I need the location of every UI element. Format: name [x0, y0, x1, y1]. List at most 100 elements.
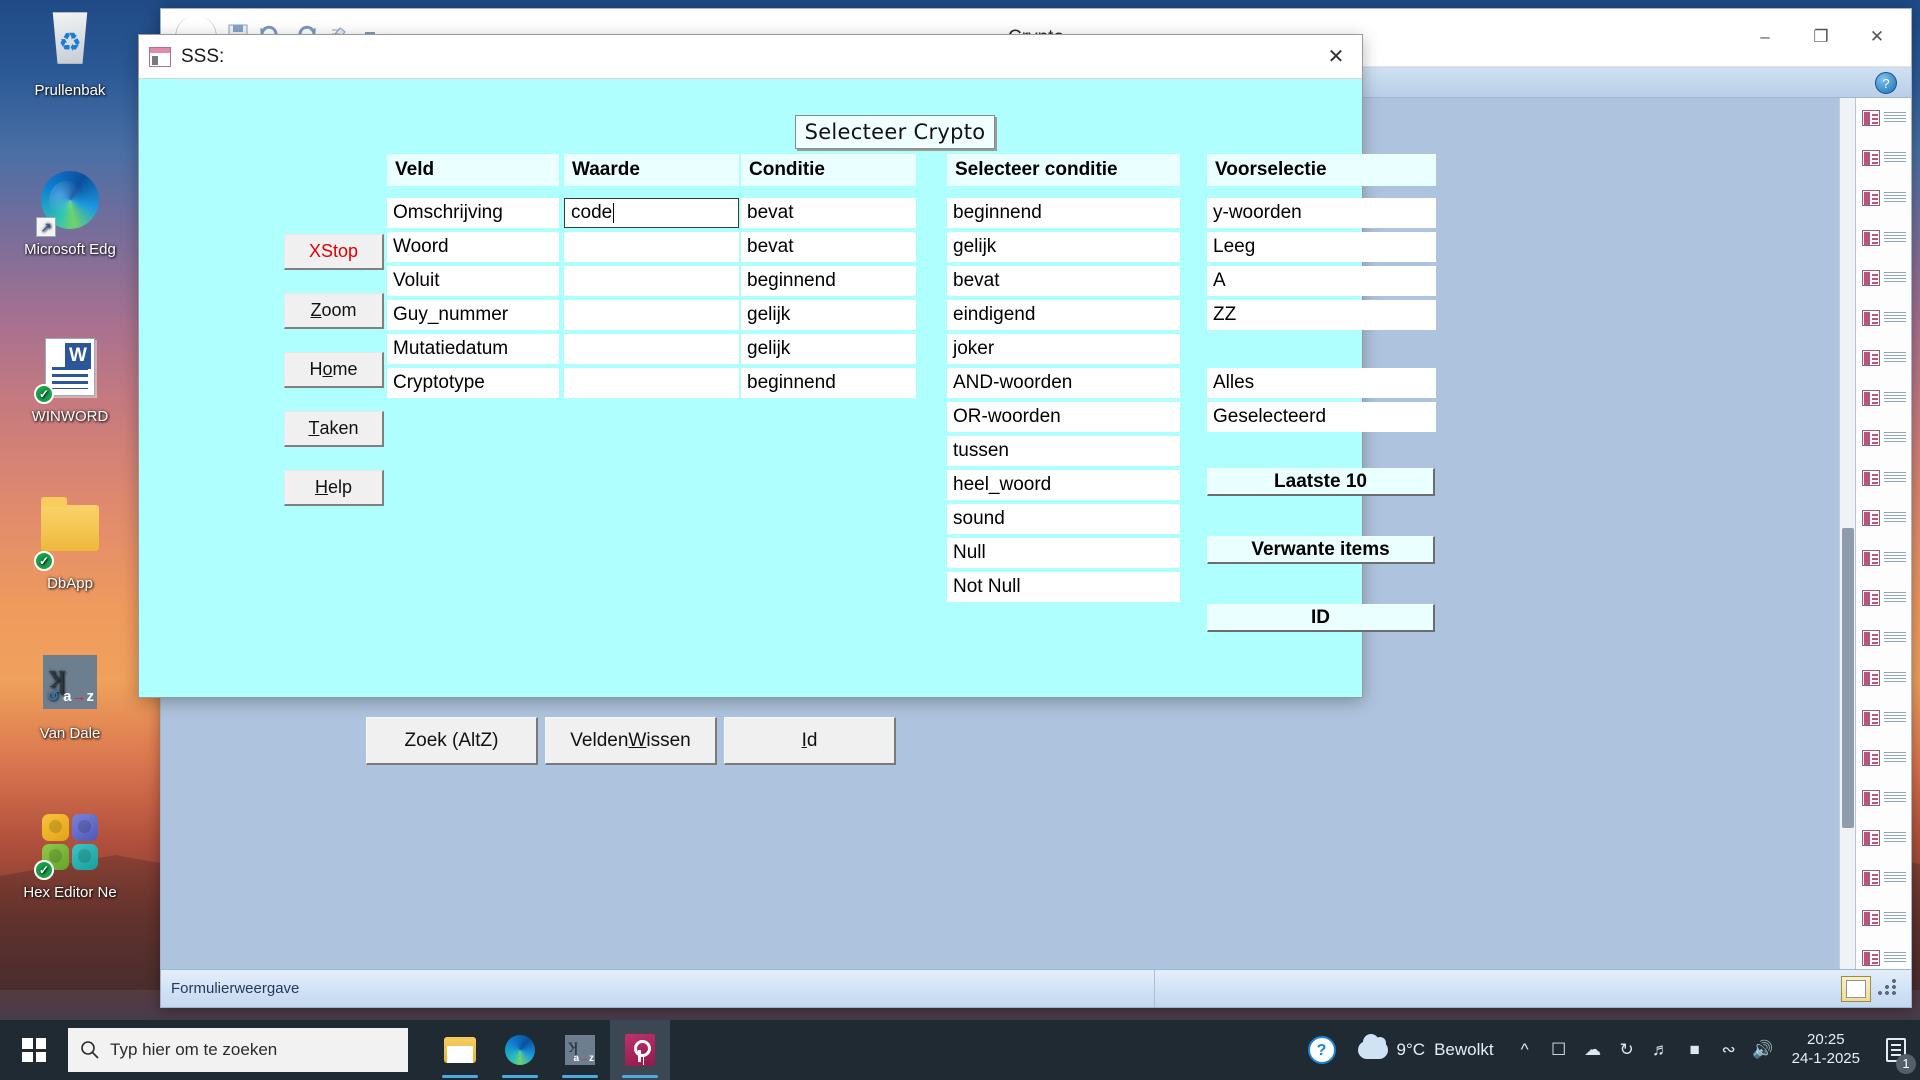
nav-item[interactable] — [1856, 338, 1911, 378]
voorselectie-scope-alles[interactable]: Alles — [1207, 368, 1436, 398]
access-window-controls[interactable]: – ❐ ✕ — [1737, 19, 1905, 55]
start-button[interactable] — [0, 1020, 68, 1080]
nav-item[interactable] — [1856, 498, 1911, 538]
conditie-cell[interactable]: gelijk — [741, 334, 916, 364]
conditie-cell[interactable]: beginnend — [741, 368, 916, 398]
wifi-icon[interactable]: ∾ — [1712, 1020, 1746, 1080]
tray-help-button[interactable]: ? — [1300, 1036, 1344, 1064]
waarde-input[interactable] — [564, 334, 739, 364]
navigation-pane-scrollbar[interactable] — [1839, 98, 1855, 969]
id-bottom-button[interactable]: Id — [724, 717, 896, 765]
scrollbar-thumb[interactable] — [1842, 528, 1854, 828]
nav-item[interactable] — [1856, 938, 1911, 969]
nav-item[interactable] — [1856, 818, 1911, 858]
nav-item[interactable] — [1856, 298, 1911, 338]
voorselectie-option[interactable]: A — [1207, 266, 1436, 296]
veld-cell[interactable]: Omschrijving — [387, 198, 559, 228]
nav-item[interactable] — [1856, 458, 1911, 498]
help-button[interactable]: Help — [284, 470, 384, 506]
help-icon[interactable]: ? — [1875, 72, 1897, 94]
navigation-pane[interactable] — [1855, 98, 1911, 969]
waarde-input[interactable] — [564, 368, 739, 398]
desktop-icon-hex-editor[interactable]: ✓ Hex Editor Ne — [10, 810, 130, 901]
nav-item[interactable] — [1856, 898, 1911, 938]
home-button[interactable]: Home — [284, 352, 384, 388]
sss-close-button[interactable]: ✕ — [1316, 40, 1356, 74]
taskbar-van-dale[interactable]: ʞa→z — [550, 1020, 610, 1080]
conditie-option[interactable]: heel_woord — [947, 470, 1180, 500]
taskbar-file-explorer[interactable] — [430, 1020, 490, 1080]
voorselectie-scope-geselecteerd[interactable]: Geselecteerd — [1207, 402, 1436, 432]
waarde-input[interactable] — [564, 266, 739, 296]
close-button[interactable]: ✕ — [1849, 19, 1905, 55]
voorselectie-option[interactable]: y-woorden — [1207, 198, 1436, 228]
waarde-input[interactable]: code — [564, 198, 739, 228]
voorselectie-option[interactable]: ZZ — [1207, 300, 1436, 330]
desktop-icon-van-dale[interactable]: ʞ↺a→z Van Dale — [10, 650, 130, 742]
waarde-input[interactable] — [564, 232, 739, 262]
onedrive-error-icon[interactable]: ☁ — [1576, 1020, 1610, 1080]
taken-button[interactable]: Taken — [284, 411, 384, 447]
stop-button[interactable]: X Stop — [284, 234, 384, 270]
nav-item[interactable] — [1856, 778, 1911, 818]
nav-item[interactable] — [1856, 738, 1911, 778]
conditie-option[interactable]: Null — [947, 538, 1180, 568]
nav-item[interactable] — [1856, 98, 1911, 138]
conditie-option[interactable]: AND-woorden — [947, 368, 1180, 398]
veld-cell[interactable]: Guy_nummer — [387, 300, 559, 330]
taskbar-clock[interactable]: 20:25 24-1-2025 — [1780, 1031, 1872, 1069]
velden-wissen-button[interactable]: Velden Wissen — [545, 717, 717, 765]
conditie-option[interactable]: beginnend — [947, 198, 1180, 228]
conditie-option[interactable]: bevat — [947, 266, 1180, 296]
conditie-cell[interactable]: gelijk — [741, 300, 916, 330]
taskbar-microsoft-access[interactable] — [610, 1020, 670, 1080]
battery-icon[interactable]: ■ — [1678, 1020, 1712, 1080]
zoek-button[interactable]: Zoek (AltZ) — [366, 717, 538, 765]
sync-center-icon[interactable]: ↻ — [1610, 1020, 1644, 1080]
veld-cell[interactable]: Woord — [387, 232, 559, 262]
sss-titlebar[interactable]: SSS: ✕ — [139, 35, 1362, 79]
desktop-icon-dbapp[interactable]: ✓ DbApp — [10, 495, 130, 592]
nav-item[interactable] — [1856, 218, 1911, 258]
conditie-option[interactable]: sound — [947, 504, 1180, 534]
nav-item[interactable] — [1856, 658, 1911, 698]
view-switcher[interactable] — [1841, 976, 1911, 1002]
conditie-option[interactable]: eindigend — [947, 300, 1180, 330]
conditie-option[interactable]: gelijk — [947, 232, 1180, 262]
nav-item[interactable] — [1856, 538, 1911, 578]
nav-item[interactable] — [1856, 578, 1911, 618]
waarde-input[interactable] — [564, 300, 739, 330]
nav-item[interactable] — [1856, 178, 1911, 218]
verwante-items-button[interactable]: Verwante items — [1207, 536, 1435, 564]
notification-center-button[interactable]: 1 — [1872, 1020, 1920, 1080]
conditie-cell[interactable]: bevat — [741, 232, 916, 262]
taskbar-search[interactable]: Typ hier om te zoeken — [68, 1028, 408, 1072]
veld-cell[interactable]: Voluit — [387, 266, 559, 296]
desktop-icon-prullenbak[interactable]: Prullenbak — [10, 8, 130, 99]
conditie-option[interactable]: Not Null — [947, 572, 1180, 602]
conditie-cell[interactable]: bevat — [741, 198, 916, 228]
nav-item[interactable] — [1856, 378, 1911, 418]
volume-icon[interactable]: 🔊 — [1746, 1020, 1780, 1080]
conditie-option[interactable]: joker — [947, 334, 1180, 364]
taskbar-microsoft-edge[interactable] — [490, 1020, 550, 1080]
veld-cell[interactable]: Cryptotype — [387, 368, 559, 398]
form-view-button[interactable] — [1841, 976, 1871, 1002]
desktop-icon-winword[interactable]: ✓ WINWORD — [10, 335, 130, 425]
voorselectie-option[interactable]: Leeg — [1207, 232, 1436, 262]
id-button[interactable]: ID — [1207, 604, 1435, 632]
nav-item[interactable] — [1856, 258, 1911, 298]
nav-item[interactable] — [1856, 138, 1911, 178]
desktop-icon-microsoft-edge[interactable]: ↗ Microsoft Edg — [10, 168, 130, 258]
nav-item[interactable] — [1856, 698, 1911, 738]
design-view-button[interactable] — [1877, 979, 1901, 999]
phone-link-icon[interactable]: ☐ — [1542, 1020, 1576, 1080]
minimize-button[interactable]: – — [1737, 19, 1793, 55]
maximize-button[interactable]: ❐ — [1793, 19, 1849, 55]
show-hidden-icons-button[interactable]: ^ — [1508, 1020, 1542, 1080]
conditie-option[interactable]: tussen — [947, 436, 1180, 466]
nav-item[interactable] — [1856, 618, 1911, 658]
nav-item[interactable] — [1856, 858, 1911, 898]
nav-item[interactable] — [1856, 418, 1911, 458]
laatste-10-button[interactable]: Laatste 10 — [1207, 468, 1435, 496]
